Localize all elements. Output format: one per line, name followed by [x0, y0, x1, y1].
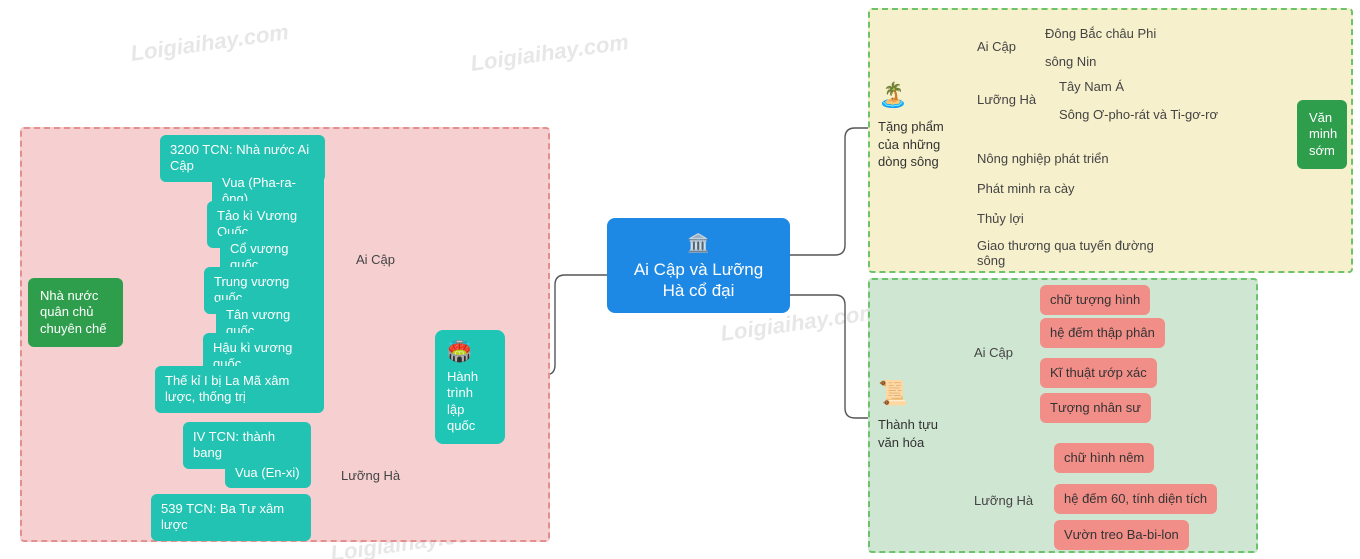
root-node: 🏛️ Ai Cập và Lưỡng Hà cổ đại	[607, 218, 790, 313]
leaf-culture-meso-1: hệ đếm 60, tính diện tích	[1054, 484, 1217, 514]
mid-meso-culture: Lưỡng Hà	[972, 489, 1035, 512]
mid-meso-rivers: Lưỡng Hà	[975, 88, 1038, 111]
leaf-rivers-common-1: Phát minh ra cày	[975, 177, 1077, 200]
leaf-culture-egypt-1: hệ đếm thập phân	[1040, 318, 1165, 348]
leaf-formation-meso-2: 539 TCN: Ba Tư xâm lược	[151, 494, 311, 541]
mindmap-canvas: Loigiaihay.com Loigiaihay.com Loigiaihay…	[0, 0, 1360, 559]
leaf-culture-egypt-2: Kĩ thuật ướp xác	[1040, 358, 1157, 388]
leaf-culture-meso-2: Vườn treo Ba-bi-lon	[1054, 520, 1189, 550]
branch-rivers: 🏝️ Tặng phẩm của những dòng sông	[878, 80, 946, 171]
castle-icon: 🏛️	[623, 232, 774, 255]
side-label-monarchy: Nhà nước quân chủ chuyên chế	[28, 278, 123, 347]
scroll-icon: 📜	[878, 378, 940, 410]
leaf-rivers-common-3: Giao thương qua tuyến đường sông	[975, 234, 1175, 272]
branch-culture-label: Thành tựu văn hóa	[878, 417, 938, 450]
root-title: Ai Cập và Lưỡng Hà cổ đại	[634, 260, 763, 300]
temple-icon: 🏟️	[447, 340, 493, 365]
watermark: Loigiaihay.com	[129, 19, 290, 67]
palm-icon: 🏝️	[878, 80, 946, 112]
leaf-rivers-meso-1: Sông Ơ-pho-rát và Ti-gơ-rơ	[1057, 103, 1220, 126]
branch-formation-label: Hành trình lập quốc	[447, 369, 478, 433]
leaf-rivers-egypt-1: sông Nin	[1043, 50, 1098, 73]
branch-rivers-label: Tặng phẩm của những dòng sông	[878, 119, 944, 169]
branch-culture: 📜 Thành tựu văn hóa	[878, 378, 940, 451]
watermark: Loigiaihay.com	[469, 29, 630, 77]
mid-egypt-culture: Ai Cập	[972, 341, 1015, 364]
branch-formation: 🏟️ Hành trình lập quốc	[435, 330, 505, 444]
leaf-formation-egypt-7: Thế kỉ I bị La Mã xâm lược, thống trị	[155, 366, 324, 413]
leaf-rivers-common-2: Thủy lợi	[975, 207, 1026, 230]
leaf-culture-meso-0: chữ hình nêm	[1054, 443, 1154, 473]
mid-egypt-rivers: Ai Cập	[975, 35, 1018, 58]
mid-egypt-formation: Ai Cập	[354, 248, 397, 271]
leaf-rivers-common-0: Nông nghiệp phát triển	[975, 147, 1111, 170]
leaf-culture-egypt-0: chữ tượng hình	[1040, 285, 1150, 315]
leaf-rivers-egypt-0: Đông Bắc châu Phi	[1043, 22, 1158, 45]
mid-meso-formation: Lưỡng Hà	[339, 464, 402, 487]
leaf-culture-egypt-3: Tượng nhân sư	[1040, 393, 1151, 423]
leaf-rivers-meso-0: Tây Nam Á	[1057, 75, 1126, 98]
leaf-formation-meso-1: Vua (En-xi)	[225, 458, 311, 488]
side-label-early-civ: Văn minh sớm	[1297, 100, 1347, 169]
